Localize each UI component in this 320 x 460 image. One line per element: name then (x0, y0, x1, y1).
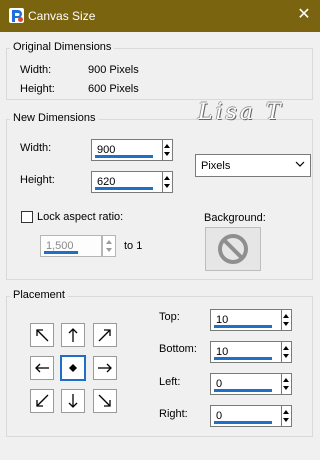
units-value: Pixels (201, 160, 231, 172)
close-icon: ✕ (297, 6, 311, 23)
new-height-input[interactable]: 620 (91, 171, 163, 193)
background-color-swatch[interactable] (205, 227, 261, 271)
diamond-icon (69, 364, 77, 372)
arrow-down-right-icon (98, 394, 111, 407)
aspect-ratio-stepper[interactable] (102, 235, 116, 257)
bottom-offset-underline (214, 357, 272, 360)
left-offset-spinner[interactable]: 0 (210, 373, 300, 396)
left-offset-stepper[interactable] (282, 373, 292, 395)
original-width-value: 900 Pixels (88, 64, 139, 76)
spin-down-icon[interactable] (283, 418, 289, 422)
anchor-center[interactable] (60, 355, 86, 381)
original-width-label: Width: (20, 64, 52, 76)
transparent-no-icon (218, 234, 248, 264)
arrow-up-left-icon (36, 329, 49, 342)
bottom-offset-input[interactable]: 10 (210, 341, 282, 363)
anchor-middle-right[interactable] (93, 356, 117, 380)
anchor-bottom-center[interactable] (61, 389, 85, 413)
bottom-offset-stepper[interactable] (282, 341, 292, 363)
original-dimensions-label: Original Dimensions (10, 41, 115, 53)
top-offset-label: Top: (159, 311, 180, 323)
right-offset-label: Right: (159, 408, 188, 420)
aspect-ratio-suffix: to 1 (124, 240, 143, 252)
title-bar: Canvas Size ✕ (0, 0, 320, 32)
units-dropdown[interactable]: Pixels (195, 154, 311, 177)
window-title: Canvas Size (28, 9, 96, 23)
new-height-underline (95, 187, 153, 190)
aspect-ratio-spinner[interactable]: 1,500 (40, 235, 130, 258)
top-offset-stepper[interactable] (282, 309, 292, 331)
left-offset-underline (214, 389, 272, 392)
bottom-offset-label: Bottom: (159, 343, 197, 355)
arrow-down-icon (68, 394, 78, 408)
new-height-stepper[interactable] (163, 171, 173, 193)
lock-aspect-label[interactable]: Lock aspect ratio: (37, 211, 123, 223)
left-offset-input[interactable]: 0 (210, 373, 282, 395)
arrow-up-right-icon (98, 329, 111, 342)
arrow-down-left-icon (36, 394, 49, 407)
spin-down-icon[interactable] (164, 184, 170, 188)
anchor-middle-left[interactable] (30, 356, 54, 380)
spin-up-icon[interactable] (106, 240, 112, 244)
new-dimensions-label: New Dimensions (10, 112, 99, 124)
new-width-spinner[interactable]: 900 (91, 139, 181, 162)
new-width-stepper[interactable] (163, 139, 173, 161)
spin-up-icon[interactable] (283, 314, 289, 318)
bottom-offset-spinner[interactable]: 10 (210, 341, 300, 364)
spin-up-icon[interactable] (283, 346, 289, 350)
spin-down-icon[interactable] (283, 322, 289, 326)
anchor-top-right[interactable] (93, 323, 117, 347)
arrow-left-icon (35, 363, 49, 373)
spin-up-icon[interactable] (283, 378, 289, 382)
background-label: Background: (204, 212, 266, 224)
right-offset-spinner[interactable]: 0 (210, 405, 300, 428)
new-height-label: Height: (20, 174, 55, 186)
aspect-ratio-underline (44, 251, 78, 254)
right-offset-input[interactable]: 0 (210, 405, 282, 427)
spin-down-icon[interactable] (164, 152, 170, 156)
new-height-spinner[interactable]: 620 (91, 171, 181, 194)
right-offset-underline (214, 421, 272, 424)
new-width-label: Width: (20, 142, 52, 154)
spin-down-icon[interactable] (283, 354, 289, 358)
chevron-down-icon (295, 161, 305, 167)
anchor-bottom-left[interactable] (30, 389, 54, 413)
app-icon (9, 8, 24, 23)
spin-up-icon[interactable] (164, 144, 170, 148)
top-offset-underline (214, 325, 272, 328)
placement-label: Placement (10, 289, 68, 301)
anchor-top-center[interactable] (61, 323, 85, 347)
arrow-up-icon (68, 328, 78, 342)
original-height-label: Height: (20, 83, 55, 95)
watermark-signature: Lisa T (198, 100, 284, 125)
new-width-underline (95, 155, 153, 158)
spin-up-icon[interactable] (283, 410, 289, 414)
top-offset-spinner[interactable]: 10 (210, 309, 300, 332)
left-offset-label: Left: (159, 376, 181, 388)
right-offset-stepper[interactable] (282, 405, 292, 427)
original-height-value: 600 Pixels (88, 83, 139, 95)
lock-aspect-checkbox[interactable] (21, 211, 33, 223)
close-button[interactable]: ✕ (288, 0, 320, 32)
spin-down-icon[interactable] (106, 248, 112, 252)
aspect-ratio-input[interactable]: 1,500 (40, 235, 102, 257)
spin-down-icon[interactable] (283, 386, 289, 390)
anchor-top-left[interactable] (30, 323, 54, 347)
anchor-bottom-right[interactable] (93, 389, 117, 413)
new-width-input[interactable]: 900 (91, 139, 163, 161)
arrow-right-icon (98, 363, 112, 373)
spin-up-icon[interactable] (164, 176, 170, 180)
top-offset-input[interactable]: 10 (210, 309, 282, 331)
